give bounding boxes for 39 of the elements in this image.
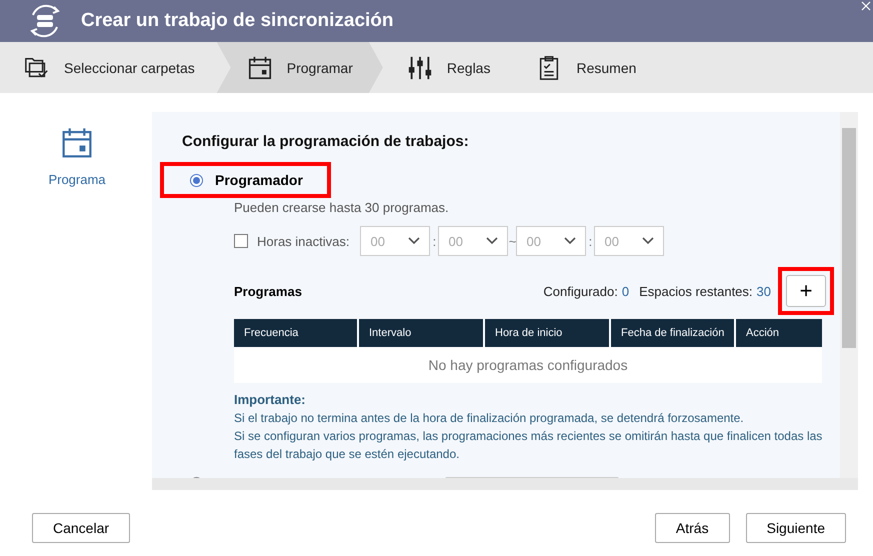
calendar-icon — [246, 54, 273, 80]
wizard-step[interactable]: Resumen — [512, 42, 658, 93]
chevron-down-icon — [564, 237, 576, 245]
wizard-step[interactable]: Seleccionar carpetas — [0, 42, 217, 93]
radio-button[interactable] — [190, 174, 203, 186]
chevron-down-icon — [486, 237, 498, 245]
wizard-step[interactable]: Reglas — [382, 42, 512, 93]
next-button[interactable]: Siguiente — [746, 513, 846, 543]
window-title: Crear un trabajo de sincronización — [81, 10, 394, 32]
close-icon[interactable] — [861, 1, 871, 11]
empty-message: No hay programas configurados — [234, 347, 822, 383]
count-value: 30 — [756, 284, 771, 298]
chevron-down-icon — [408, 237, 420, 245]
vertical-scrollbar[interactable] — [840, 112, 858, 478]
option-label: Programador — [215, 172, 303, 188]
section-label: Programas — [234, 284, 303, 298]
sidebar-item[interactable]: Programa — [12, 112, 142, 187]
chevron-down-icon — [642, 237, 654, 245]
hint-text: Pueden crearse hasta 30 programas. — [234, 200, 450, 215]
back-button[interactable]: Atrás — [654, 513, 730, 543]
cancel-button[interactable]: Cancelar — [32, 513, 130, 543]
notice-text: Si se configuran varios programas, las programaciones más recientes se omitirán hasta que finalicen todas las fases del trabajo que se estén ejecutando. — [234, 428, 824, 463]
count-value: 0 — [622, 284, 630, 298]
section-heading: Configurar la programación de trabajos: — [182, 133, 470, 150]
time-separator: : — [432, 234, 438, 248]
column-header: Acción — [745, 326, 780, 341]
add-button[interactable]: + — [786, 275, 826, 307]
checkbox-label: Horas inactivas: — [257, 234, 350, 248]
calendar-icon — [60, 126, 94, 160]
checkbox[interactable] — [234, 234, 248, 248]
sliders-icon — [406, 54, 433, 80]
notice-text: Si el trabajo no termina antes de la hora de finalización programada, se detendrá forzosamente. — [234, 410, 745, 427]
time-separator: ~ — [508, 234, 516, 248]
notice-title: Importante: — [234, 391, 306, 409]
count-label: Configurado: — [543, 284, 618, 298]
count-label: Espacios restantes: — [639, 284, 753, 298]
time-separator: : — [588, 234, 594, 248]
horizontal-scrollbar[interactable] — [152, 478, 858, 490]
wizard-step[interactable]: Programar — [216, 42, 383, 93]
